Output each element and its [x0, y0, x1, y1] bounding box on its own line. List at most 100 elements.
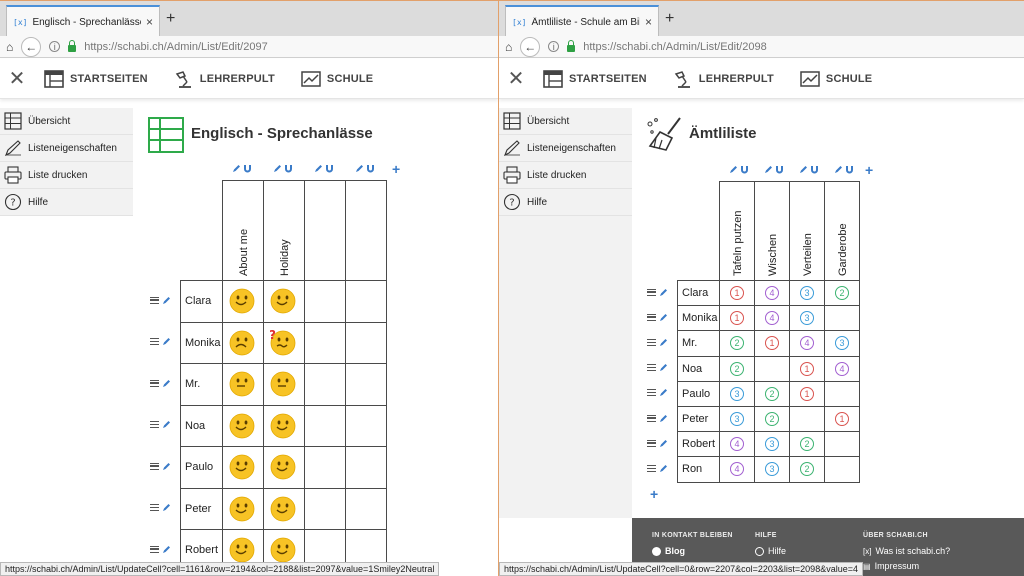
table-cell[interactable] — [222, 487, 264, 530]
table-cell[interactable]: 1 — [789, 355, 825, 382]
table-cell[interactable] — [263, 280, 305, 323]
table-cell[interactable] — [345, 280, 387, 323]
sidebar-item-1[interactable]: Listeneigenschaften — [0, 135, 133, 162]
table-cell[interactable] — [263, 363, 305, 406]
table-cell[interactable]: 1 — [789, 380, 825, 407]
table-cell[interactable] — [824, 380, 860, 407]
drag-handle-icon[interactable] — [150, 296, 159, 304]
add-column-icon[interactable]: + — [392, 161, 400, 177]
drag-handle-icon[interactable] — [647, 389, 656, 397]
table-cell[interactable] — [345, 404, 387, 447]
table-cell[interactable]: 3 — [754, 456, 790, 483]
column-controls[interactable] — [764, 165, 784, 174]
drag-handle-icon[interactable] — [150, 545, 159, 553]
column-header[interactable]: About me — [222, 180, 264, 281]
column-header[interactable] — [345, 180, 387, 281]
table-cell[interactable] — [304, 487, 346, 530]
column-header[interactable]: Garderobe — [824, 181, 860, 281]
table-cell[interactable]: 4 — [824, 355, 860, 382]
column-controls[interactable] — [355, 164, 375, 173]
table-cell[interactable]: 1 — [824, 406, 860, 433]
table-cell[interactable]: 3 — [789, 280, 825, 307]
table-cell[interactable]: 2 — [824, 280, 860, 307]
column-controls[interactable] — [232, 164, 252, 173]
column-header[interactable]: Holiday — [263, 180, 305, 281]
back-arrow-icon[interactable]: ← — [21, 36, 42, 57]
table-cell[interactable] — [304, 321, 346, 364]
column-controls[interactable] — [314, 164, 334, 173]
table-cell[interactable] — [789, 406, 825, 433]
table-cell[interactable] — [754, 355, 790, 382]
table-cell[interactable]: 2 — [754, 380, 790, 407]
row-controls[interactable] — [647, 464, 668, 473]
drag-handle-icon[interactable] — [150, 421, 159, 429]
table-cell[interactable]: 4 — [789, 330, 825, 357]
table-cell[interactable] — [824, 305, 860, 332]
footer-blog-link[interactable]: Blog — [652, 546, 685, 556]
table-cell[interactable] — [222, 363, 264, 406]
nav-item-lehrerpult[interactable]: LEHRERPULT — [174, 70, 275, 88]
footer-help-link[interactable]: Hilfe — [755, 546, 786, 556]
back-arrow-icon[interactable]: ← — [520, 36, 541, 57]
column-controls[interactable] — [834, 165, 854, 174]
sidebar-item-1[interactable]: Listeneigenschaften — [499, 135, 632, 162]
drag-handle-icon[interactable] — [647, 465, 656, 472]
table-cell[interactable]: 1 — [754, 330, 790, 357]
info-icon[interactable]: i — [49, 41, 61, 52]
table-cell[interactable]: 3 — [824, 330, 860, 357]
drag-handle-icon[interactable] — [647, 364, 656, 372]
row-controls[interactable] — [150, 545, 171, 554]
table-cell[interactable] — [824, 431, 860, 458]
table-cell[interactable]: 3 — [789, 305, 825, 332]
column-controls[interactable] — [799, 165, 819, 174]
table-cell[interactable]: 3 — [719, 380, 755, 407]
table-cell[interactable]: 3 — [719, 406, 755, 433]
table-cell[interactable] — [263, 487, 305, 530]
add-row-icon[interactable]: + — [650, 486, 658, 502]
drag-handle-icon[interactable] — [647, 439, 656, 447]
sidebar-item-2[interactable]: Liste drucken — [0, 162, 133, 189]
nav-item-startseiten[interactable]: STARTSEITEN — [543, 69, 647, 88]
row-controls[interactable] — [647, 313, 668, 322]
drag-handle-icon[interactable] — [647, 313, 656, 321]
table-cell[interactable] — [304, 280, 346, 323]
table-cell[interactable] — [345, 363, 387, 406]
sidebar-item-0[interactable]: Übersicht — [499, 108, 632, 135]
drag-handle-icon[interactable] — [150, 338, 159, 346]
row-controls[interactable] — [150, 379, 171, 388]
table-cell[interactable]: 2 — [719, 355, 755, 382]
table-cell[interactable]: 1 — [719, 280, 755, 307]
table-cell[interactable] — [263, 404, 305, 447]
table-cell[interactable] — [222, 280, 264, 323]
footer-about-link[interactable]: [x] Was ist schabi.ch? — [863, 546, 950, 556]
row-controls[interactable] — [150, 462, 171, 471]
table-cell[interactable] — [345, 446, 387, 489]
table-cell[interactable] — [824, 456, 860, 483]
table-cell[interactable]: 3 — [754, 431, 790, 458]
nav-item-schule[interactable]: SCHULE — [800, 70, 872, 87]
drag-handle-icon[interactable] — [150, 504, 159, 512]
drag-handle-icon[interactable] — [647, 339, 656, 346]
drag-handle-icon[interactable] — [647, 288, 656, 296]
table-cell[interactable]: ? — [263, 321, 305, 364]
row-controls[interactable] — [150, 296, 171, 305]
row-controls[interactable] — [150, 337, 171, 346]
row-controls[interactable] — [647, 363, 668, 372]
browser-tab[interactable]: [x] Englisch - Sprechanlässe - Sc × — [6, 5, 160, 37]
home-icon[interactable]: ⌂ — [6, 40, 13, 54]
table-cell[interactable]: 2 — [789, 456, 825, 483]
drag-handle-icon[interactable] — [150, 379, 159, 387]
table-cell[interactable] — [345, 321, 387, 364]
table-cell[interactable] — [345, 487, 387, 530]
sidebar-item-3[interactable]: ? Hilfe — [499, 189, 632, 216]
row-controls[interactable] — [647, 288, 668, 297]
column-header[interactable]: Verteilen — [789, 181, 825, 281]
table-cell[interactable]: 2 — [719, 330, 755, 357]
tab-close-icon[interactable]: × — [645, 15, 652, 29]
add-column-icon[interactable]: + — [865, 162, 873, 178]
table-cell[interactable] — [222, 321, 264, 364]
browser-tab[interactable]: [x] Ämtliliste - Schule am Bildsc × — [505, 5, 659, 37]
sidebar-item-0[interactable]: Übersicht — [0, 108, 133, 135]
info-icon[interactable]: i — [548, 41, 560, 52]
table-cell[interactable]: 2 — [789, 431, 825, 458]
